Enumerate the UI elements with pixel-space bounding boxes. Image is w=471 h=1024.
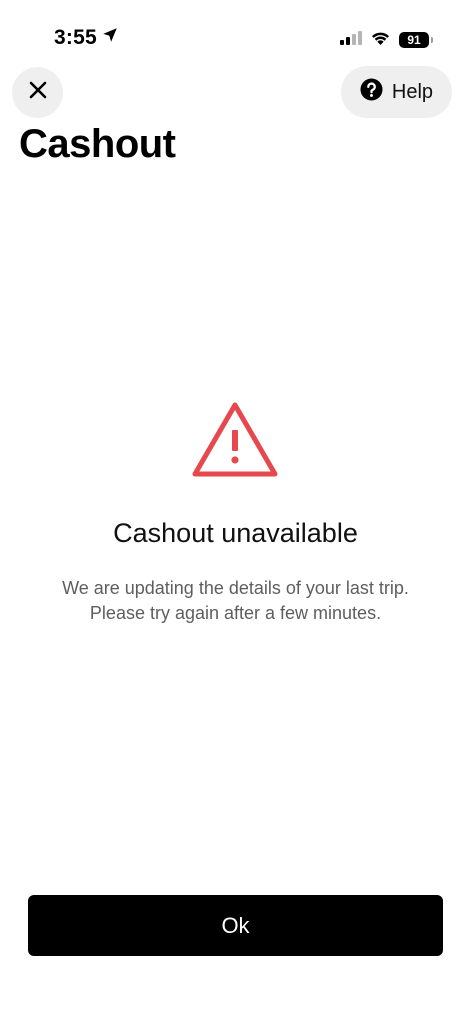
cellular-signal-icon xyxy=(340,30,362,50)
close-icon xyxy=(28,80,48,105)
wifi-icon xyxy=(370,30,391,50)
battery-icon: 91 xyxy=(399,32,433,48)
question-circle-icon xyxy=(360,78,383,106)
help-button[interactable]: Help xyxy=(341,66,452,118)
location-arrow-icon xyxy=(101,26,119,50)
warning-triangle-icon xyxy=(190,400,280,480)
status-time: 3:55 xyxy=(54,26,119,50)
help-label: Help xyxy=(391,80,434,103)
ok-button[interactable]: Ok xyxy=(28,895,443,956)
error-title: Cashout unavailable xyxy=(113,518,358,548)
status-bar: 3:55 91 xyxy=(0,22,471,56)
status-time-text: 3:55 xyxy=(54,26,97,49)
status-right: 91 xyxy=(340,30,433,50)
close-button[interactable] xyxy=(12,67,63,118)
battery-level: 91 xyxy=(407,33,421,47)
error-message: We are updating the details of your last… xyxy=(62,578,409,623)
page-title: Cashout xyxy=(19,122,176,166)
